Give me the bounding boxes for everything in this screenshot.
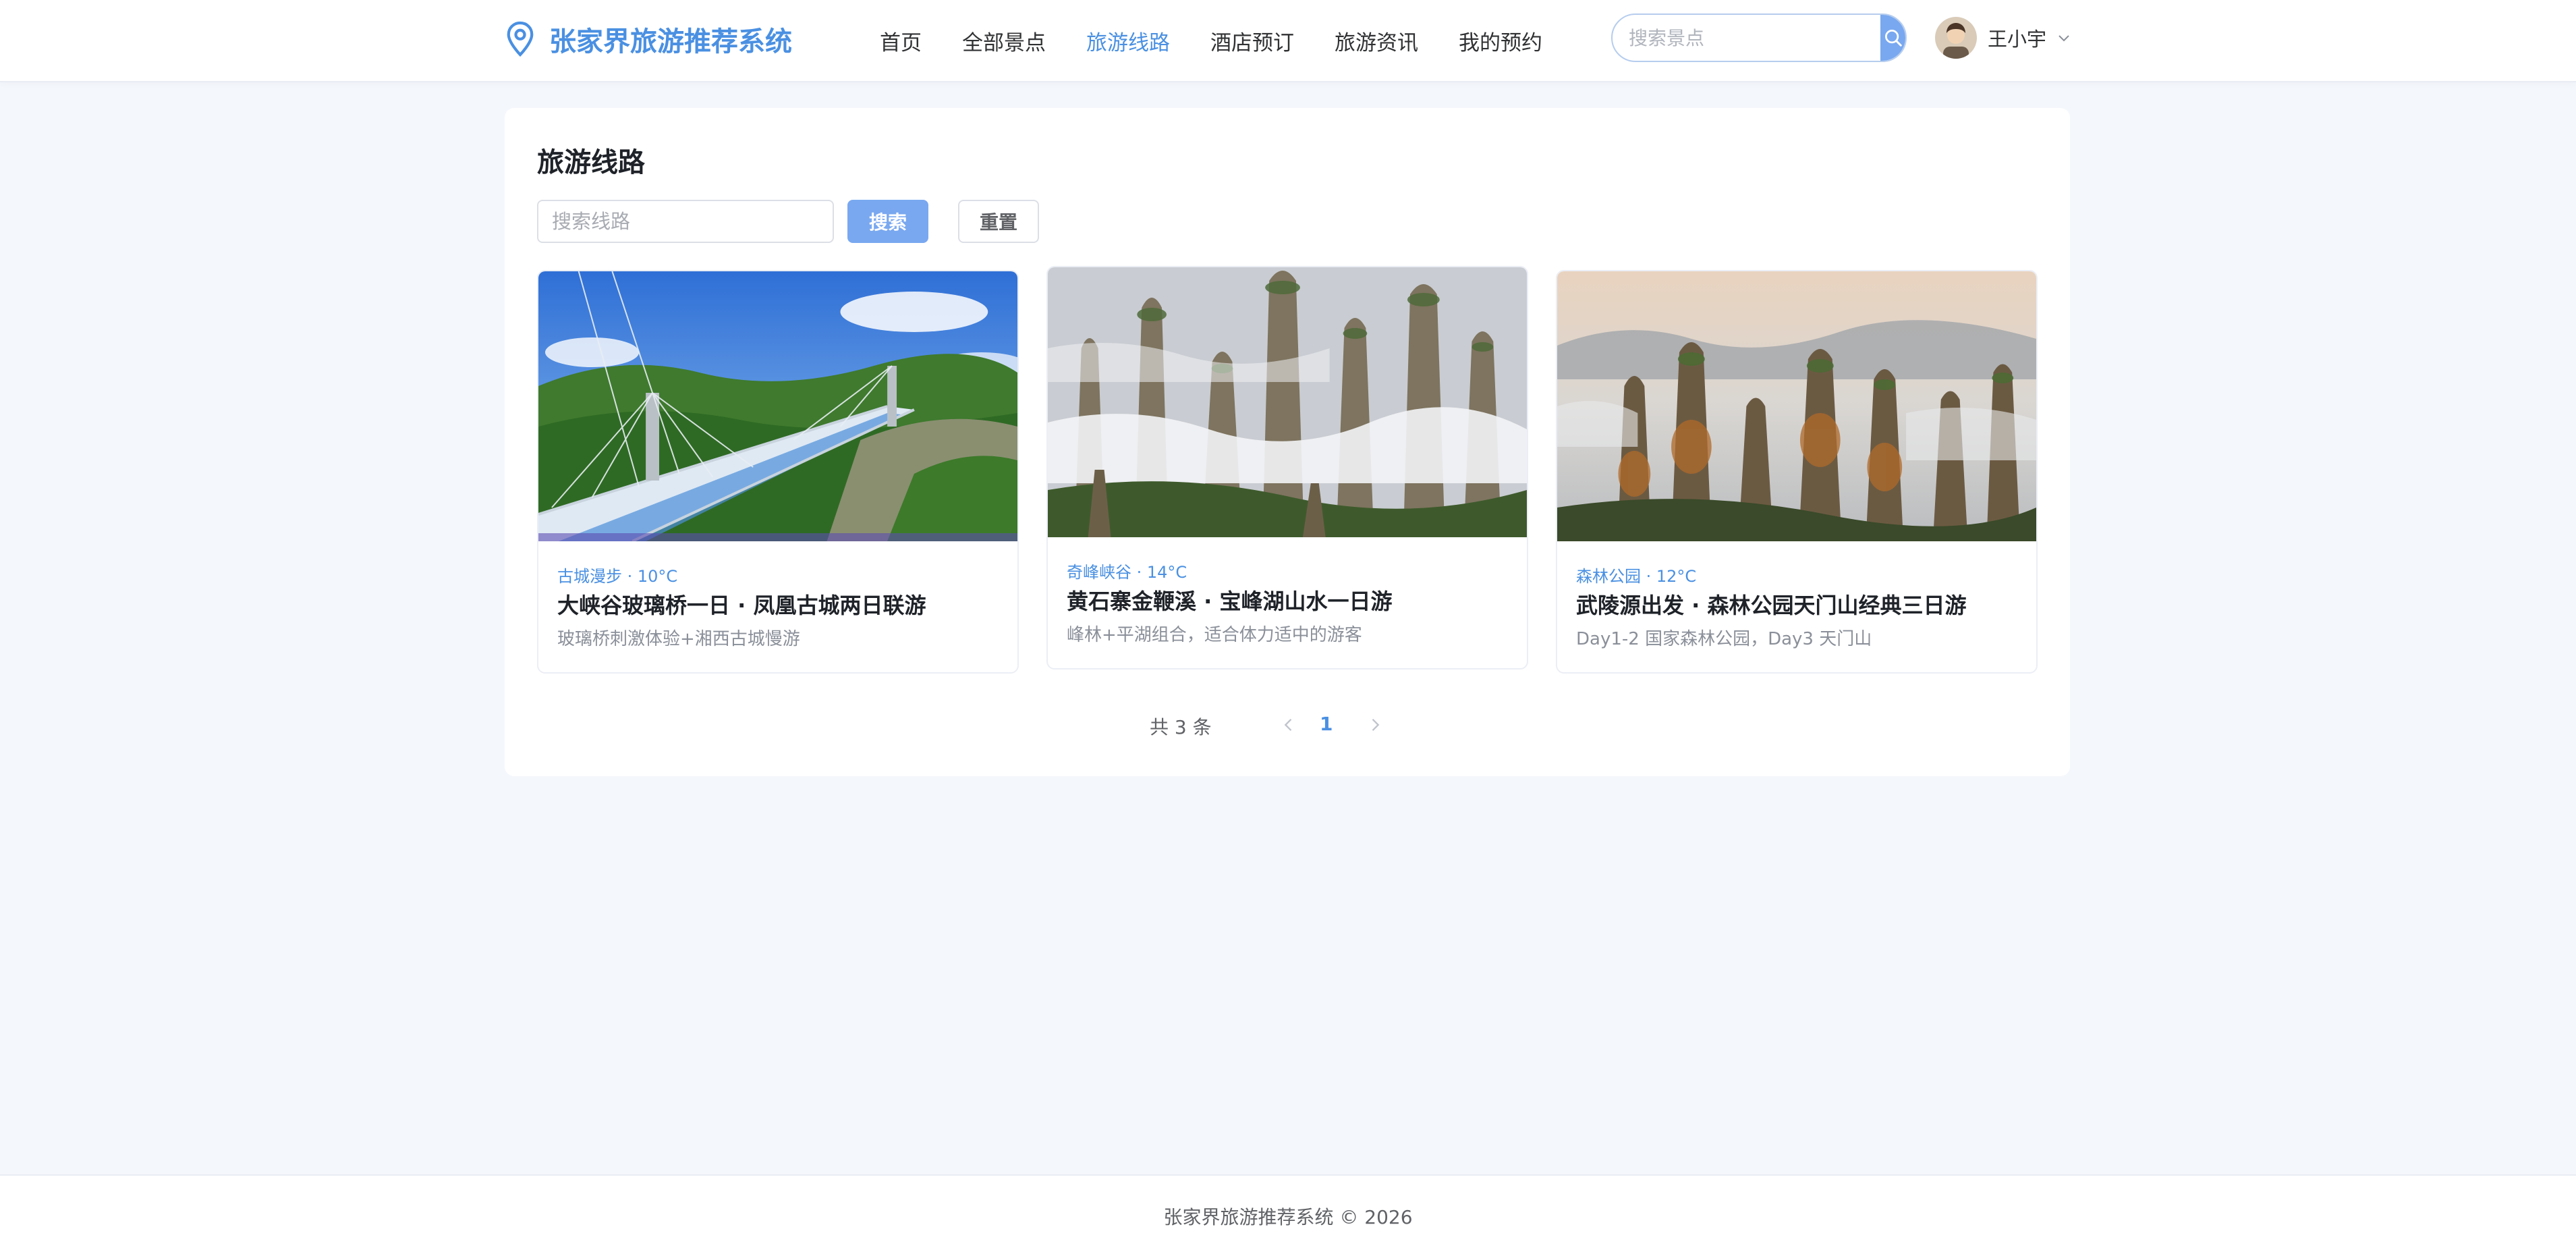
chevron-left-icon[interactable] [1279,715,1298,734]
route-image-misty-peaks [1048,267,1527,537]
nav-item-home[interactable]: 首页 [880,26,922,56]
search-button[interactable]: 搜索 [847,200,928,243]
route-title: 大峡谷玻璃桥一日 · 凤凰古城两日联游 [557,593,926,618]
chevron-down-icon [2059,35,2069,42]
page-title: 旅游线路 [537,147,645,178]
route-description: 峰林+平湖组合，适合体力适中的游客 [1067,625,1362,645]
attraction-search-input[interactable] [1613,15,1880,61]
route-meta: 奇峰峡谷 · 14°C [1067,563,1187,582]
route-description: Day1-2 国家森林公园，Day3 天门山 [1576,629,1872,649]
search-icon [1884,30,1902,47]
nav-item-travel-routes[interactable]: 旅游线路 [1086,26,1170,56]
main-nav: 首页 全部景点 旅游线路 酒店预订 旅游资讯 我的预约 [880,20,1583,61]
chevron-right-icon[interactable] [1366,715,1384,734]
location-pin-icon [507,21,534,57]
route-search-input[interactable] [537,200,834,243]
avatar[interactable] [1935,17,1977,59]
pagination-total: 共 3 条 [1150,716,1212,738]
route-title: 黄石寨金鞭溪 · 宝峰湖山水一日游 [1067,589,1393,614]
header-search [1611,13,1907,62]
route-card[interactable]: 奇峰峡谷 · 14°C 黄石寨金鞭溪 · 宝峰湖山水一日游 峰林+平湖组合，适合… [1046,266,1528,670]
route-image-sunrise-peaks [1557,271,2036,541]
route-image-glass-bridge [538,271,1017,541]
user-menu[interactable]: 王小宇 [1935,15,2072,61]
reset-button[interactable]: 重置 [958,200,1039,243]
nav-item-all-attractions[interactable]: 全部景点 [962,26,1046,56]
nav-item-travel-news[interactable]: 旅游资讯 [1335,26,1418,56]
route-card[interactable]: 古城漫步 · 10°C 大峡谷玻璃桥一日 · 凤凰古城两日联游 玻璃桥刺激体验+… [537,270,1019,674]
route-description: 玻璃桥刺激体验+湘西古城慢游 [557,629,800,649]
logo[interactable]: 张家界旅游推荐系统 [505,18,792,61]
header-search-button[interactable] [1880,15,1905,61]
route-meta: 古城漫步 · 10°C [557,567,678,586]
pagination: 共 3 条 1 [505,709,2070,742]
route-card[interactable]: 森林公园 · 12°C 武陵源出发 · 森林公园天门山经典三日游 Day1-2 … [1556,270,2038,674]
top-header: 张家界旅游推荐系统 首页 全部景点 旅游线路 酒店预订 旅游资讯 我的预约 王小… [0,0,2576,82]
app-title: 张家界旅游推荐系统 [549,26,792,57]
user-name: 王小宇 [1988,28,2047,51]
route-meta: 森林公园 · 12°C [1576,567,1697,586]
route-title: 武陵源出发 · 森林公园天门山经典三日游 [1576,593,1967,618]
footer-copyright: 张家界旅游推荐系统 © 2026 [1163,1206,1413,1228]
footer: 张家界旅游推荐系统 © 2026 [0,1174,2576,1254]
pagination-page-current[interactable]: 1 [1320,713,1333,735]
nav-item-my-reservations[interactable]: 我的预约 [1459,26,1542,56]
nav-item-hotel-booking[interactable]: 酒店预订 [1210,26,1294,56]
routes-panel: 旅游线路 搜索 重置 [505,108,2070,776]
